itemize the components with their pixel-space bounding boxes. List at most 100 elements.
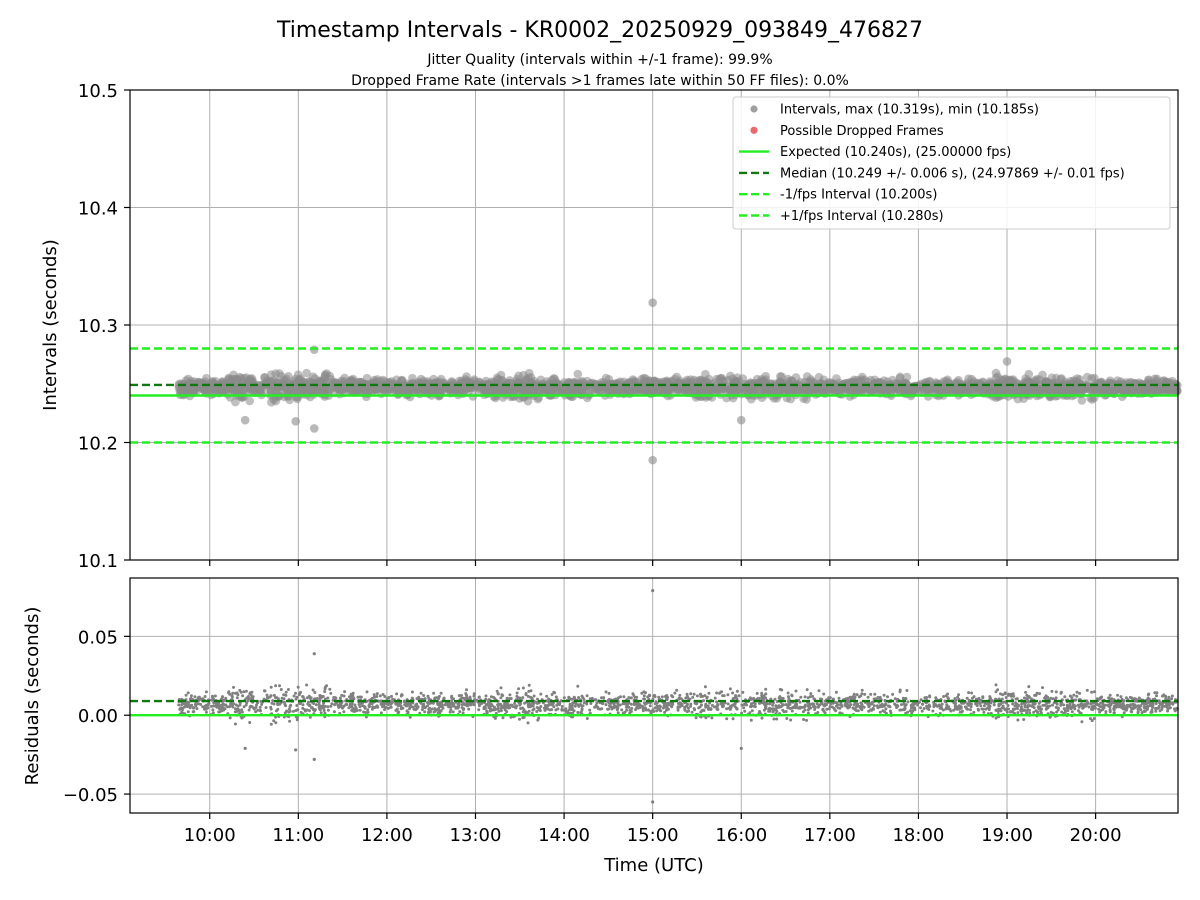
residual-point [834,709,838,713]
residual-point [998,707,1002,711]
residual-point [233,722,237,726]
residual-point [806,704,810,708]
residual-point [553,691,557,695]
residual-point [743,709,747,713]
residual-point [585,717,589,720]
residual-point [576,684,580,688]
residual-point [340,693,344,697]
residual-point [666,695,669,699]
residual-point [348,695,351,699]
interval-point [1025,389,1034,399]
residual-point [516,696,520,700]
residual-point [676,708,680,712]
interval-point [773,385,782,395]
residual-point [439,691,443,695]
residual-point [1108,705,1112,709]
residual-point [524,710,528,714]
residual-point [235,696,239,700]
residual-point [1001,706,1005,710]
residual-point [752,704,756,708]
residual-point [236,693,240,697]
residual-point [292,694,296,698]
residual-point [946,696,950,700]
residual-point [689,692,693,696]
residual-point [487,700,491,704]
residual-point [703,685,707,689]
residual-point [1148,701,1152,705]
residual-point [755,691,759,695]
residual-point [585,694,589,698]
residual-point [378,694,382,698]
residual-point [855,693,859,697]
interval-point [1166,385,1175,395]
residual-point [859,701,863,705]
legend-entry: Intervals, max (10.319s), min (10.185s) [750,103,1039,118]
residual-point [1024,690,1028,694]
residual-point [871,706,875,710]
residual-point [491,708,495,712]
residual-point [1051,703,1054,707]
residual-point [196,702,200,706]
residual-point [787,695,790,699]
residual-point [1026,706,1030,709]
residual-point [725,707,729,711]
residual-point [495,689,499,693]
residual-point [753,702,757,706]
residual-point [677,702,681,706]
interval-point [348,374,358,384]
residual-point [604,703,608,707]
residual-point [1112,711,1116,715]
residual-point [448,705,452,709]
interval-point [514,371,523,381]
legend-label: Expected (10.240s), (25.00000 fps) [780,145,1011,160]
residual-point [632,694,636,697]
residual-point [258,708,262,712]
residual-point [543,708,547,712]
residual-point [552,705,556,709]
residual-point [1143,709,1147,713]
intervals-y-tick-label: 10.1 [78,551,118,572]
legend-label: -1/fps Interval (10.200s) [780,188,937,203]
residual-point [404,704,408,708]
residual-point [560,705,564,708]
residual-point [837,696,841,700]
residual-point [856,709,860,713]
legend-entry: Expected (10.240s), (25.00000 fps) [739,145,1011,160]
residual-point [898,688,902,692]
residual-point [654,700,658,704]
residual-point [1140,711,1144,715]
residual-point [461,711,465,715]
residual-point [780,688,784,692]
residual-point [1011,707,1015,711]
residual-point [805,688,809,692]
residual-point [628,696,632,700]
interval-point [251,385,261,395]
interval-point [449,379,458,388]
residual-point [503,708,507,712]
intervals-y-axis-label: Intervals (seconds) [40,239,61,411]
residual-point [328,687,332,691]
residual-point [258,705,262,709]
interval-point [860,375,869,385]
residual-point [891,692,895,696]
chart-subtitle-jitter: Jitter Quality (intervals within +/-1 fr… [426,52,772,68]
residual-point [1037,707,1041,710]
residual-point [312,702,316,705]
residual-point [501,716,505,720]
residual-point [484,694,488,698]
residual-point [781,696,785,700]
residual-point [775,717,779,721]
residual-point [1155,694,1158,698]
residual-point [386,703,390,707]
residual-point [1072,693,1076,697]
residual-point [760,716,764,720]
residual-point [539,692,543,696]
residual-point [547,700,551,704]
legend-label: Intervals, max (10.319s), min (10.185s) [780,103,1039,118]
residual-point [581,696,585,700]
interval-point [684,379,693,388]
residual-point [450,694,454,698]
residual-point [735,689,739,693]
residual-point [922,707,926,710]
residual-point [805,718,808,722]
